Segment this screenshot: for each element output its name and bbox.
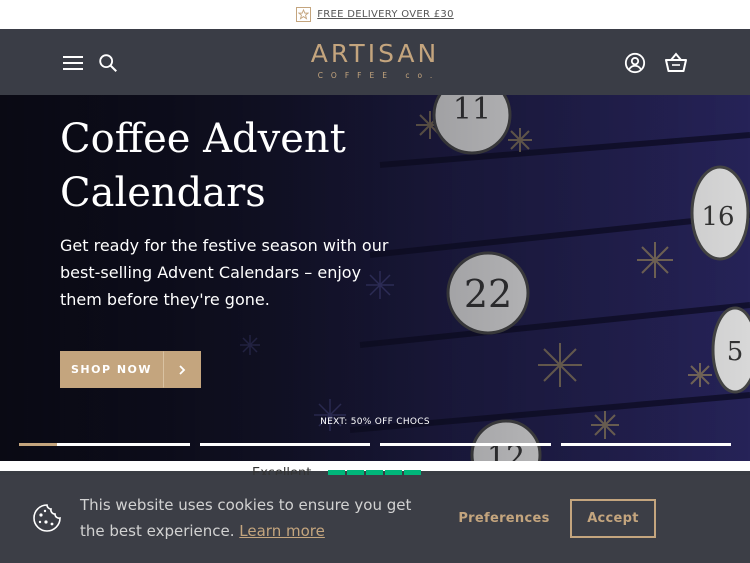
preferences-button[interactable]: Preferences bbox=[454, 499, 554, 537]
shop-now-button[interactable]: SHOP NOW bbox=[60, 351, 201, 388]
chevron-right-icon[interactable] bbox=[163, 351, 201, 388]
hero-title: Coffee Advent Calendars bbox=[60, 112, 460, 220]
learn-more-link[interactable]: Learn more bbox=[239, 522, 325, 540]
hero-description: Get ready for the festive season with ou… bbox=[60, 236, 389, 309]
free-delivery-link[interactable]: FREE DELIVERY OVER £30 bbox=[317, 9, 453, 20]
accept-button[interactable]: Accept bbox=[570, 499, 656, 538]
hero-title-line2: Calendars bbox=[60, 170, 266, 216]
hero-title-line1: Coffee Advent bbox=[60, 116, 346, 162]
star-icon bbox=[296, 7, 312, 22]
announcement-bar: FREE DELIVERY OVER £30 bbox=[0, 0, 750, 29]
shop-now-label[interactable]: SHOP NOW bbox=[60, 351, 163, 388]
hero-banner: 11 22 16 5 12 Coffee Advent Calendars Ge… bbox=[0, 95, 750, 461]
cookie-icon bbox=[32, 503, 62, 537]
slide-indicator-3[interactable] bbox=[380, 443, 551, 446]
cookie-banner: This website uses cookies to ensure you … bbox=[0, 475, 750, 563]
slide-progress-fill bbox=[19, 443, 57, 446]
cookie-message: This website uses cookies to ensure you … bbox=[80, 492, 425, 544]
slide-indicator-4[interactable] bbox=[561, 443, 731, 446]
next-slide-label: NEXT: 50% OFF CHOCS bbox=[320, 417, 430, 427]
basket-icon[interactable] bbox=[664, 51, 688, 75]
slide-indicator-2[interactable] bbox=[200, 443, 370, 446]
account-icon[interactable] bbox=[623, 51, 647, 75]
slide-indicator-1[interactable] bbox=[19, 443, 190, 446]
site-header: ARTISAN COFFEE co. bbox=[0, 29, 750, 95]
